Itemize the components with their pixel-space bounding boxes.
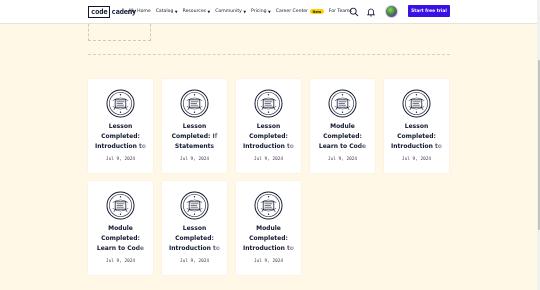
nav-item-label: My Home (129, 9, 151, 14)
achievement-card[interactable]: Module Completed: Introduction to Jul 9, … (236, 181, 301, 275)
achievement-card[interactable]: Lesson Completed: Introduction to Jul 9, … (162, 181, 227, 275)
caret-down-icon: ▼ (243, 9, 247, 14)
achievement-title: Module Completed: Introduction to (243, 225, 294, 252)
scrollbar-thumb[interactable] (537, 60, 540, 230)
achievement-badge-icon (254, 89, 283, 118)
achievement-badge-icon (254, 191, 283, 220)
top-navigation-bar: code cademy My Home Catalog ▼ Resources ▼ C… (0, 0, 540, 24)
achievement-card[interactable]: Module Completed: Learn to Code Jul 9, 20… (310, 79, 375, 173)
achievement-title: Lesson Completed: If Statements (171, 123, 218, 150)
achievement-badge-icon (402, 89, 431, 118)
main-nav: My Home Catalog ▼ Resources ▼ Community ▼ P… (129, 5, 357, 18)
achievement-date: Jul 9, 2024 (105, 157, 136, 162)
nav-item-resources[interactable]: Resources ▼ (183, 9, 211, 14)
nav-item-label: Resources (182, 9, 207, 14)
achievement-title: Module Completed: Learn to Code (318, 123, 367, 150)
placeholder-card-outline (88, 24, 151, 41)
caret-down-icon: ▼ (207, 9, 211, 14)
achievement-date: Jul 9, 2024 (253, 157, 284, 162)
achievement-badge-icon (106, 191, 135, 220)
start-free-trial-button[interactable]: Start free trial (408, 5, 450, 17)
achievement-title: Lesson Completed: Introduction to (243, 123, 294, 150)
achievement-card[interactable]: Lesson Completed: Introduction to Jul 9, … (384, 79, 449, 173)
achievement-card[interactable]: Lesson Completed: If Statements Jul 9, 20… (162, 79, 227, 173)
achievement-badge-icon (180, 191, 209, 220)
nav-item-label: Career Center (275, 9, 309, 14)
nav-item-my-home[interactable]: My Home (129, 9, 151, 14)
achievement-badge-icon (328, 89, 357, 118)
bell-icon[interactable] (366, 7, 376, 17)
search-icon[interactable] (349, 7, 359, 17)
new-badge: New (310, 8, 324, 15)
achievement-card[interactable]: Module Completed: Learn to Code Jul 9, 20… (88, 181, 153, 275)
achievement-date: Jul 9, 2024 (179, 259, 210, 264)
achievement-title: Lesson Completed: Introduction to (391, 123, 442, 150)
nav-item-catalog[interactable]: Catalog ▼ (156, 9, 178, 14)
achievement-date: Jul 9, 2024 (253, 259, 284, 264)
nav-item-community[interactable]: Community ▼ (215, 9, 246, 14)
nav-item-label: Pricing (251, 9, 267, 14)
achievement-title: Lesson Completed: Introduction to (169, 225, 220, 252)
logo-boxed-text: code (88, 5, 111, 18)
caret-down-icon: ▼ (174, 9, 178, 14)
achievement-badge-icon (180, 89, 209, 118)
achievement-date: Jul 9, 2024 (401, 157, 432, 162)
achievement-date: Jul 9, 2024 (179, 157, 210, 162)
achievement-title: Module Completed: Learn to Code (96, 225, 145, 252)
nav-item-label: Community (215, 9, 242, 14)
caret-down-icon: ▼ (268, 9, 271, 14)
achievement-date: Jul 9, 2024 (105, 259, 136, 264)
section-divider (88, 54, 450, 55)
achievement-card[interactable]: Lesson Completed: Introduction to Jul 9, … (236, 79, 301, 173)
achievement-badge-icon (106, 89, 135, 118)
achievement-date: Jul 9, 2024 (327, 157, 358, 162)
achievement-title: Lesson Completed: Introduction to (95, 123, 146, 150)
nav-item-label: Catalog (155, 9, 174, 14)
achievement-card[interactable]: Lesson Completed: Introduction to Jul 9, … (88, 79, 153, 173)
avatar[interactable] (385, 5, 398, 18)
nav-item-career-center[interactable]: Career Center New (275, 8, 324, 15)
nav-item-pricing[interactable]: Pricing ▼ (251, 9, 271, 14)
